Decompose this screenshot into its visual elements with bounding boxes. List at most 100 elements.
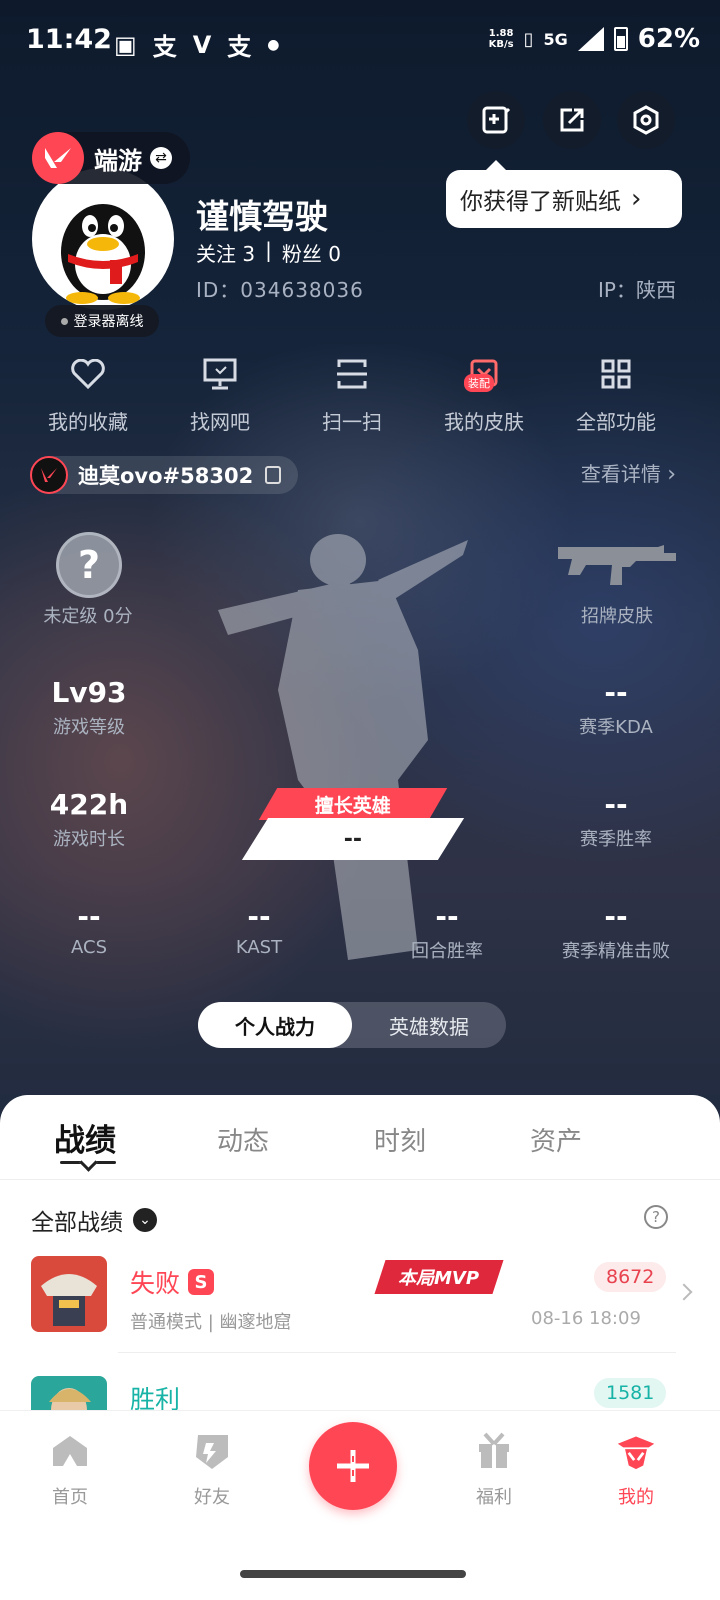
match-kda: 5/1/4 [534, 1380, 591, 1405]
battery-level: 62% [637, 24, 700, 54]
match-time: 08-16 18:09 [531, 1308, 641, 1329]
help-icon[interactable]: ? [644, 1205, 668, 1229]
divider [0, 1179, 720, 1180]
best-hero-box[interactable]: -- [241, 818, 465, 860]
result-label: 胜利 [130, 1385, 181, 1410]
sim-icon: ▯ [523, 28, 534, 50]
view-details-label: 查看详情 [580, 462, 661, 486]
acs-stat: -- ACS [4, 900, 174, 958]
quick-item-scan[interactable]: 扫一扫 [286, 352, 418, 435]
gift-icon [474, 1431, 514, 1471]
chevron-right-icon: › [631, 184, 642, 214]
map-name: 猎枭 [188, 1385, 239, 1410]
map-name: 零 [222, 1269, 248, 1298]
launcher-status-badge: 登录器离线 [45, 305, 159, 337]
segment-personal-power[interactable]: 个人战力 [198, 1002, 352, 1048]
gear-icon [633, 105, 659, 135]
winrate-value: -- [604, 788, 628, 821]
tab-moments[interactable]: 时刻 [374, 1121, 426, 1158]
scan-icon [330, 352, 374, 396]
quick-item-netcafe[interactable]: 找网吧 [154, 352, 286, 435]
acs-value: -- [77, 900, 101, 933]
rank-icon[interactable]: ? [56, 532, 122, 598]
kda-label: 赛季KDA [579, 717, 653, 738]
gun-skin-icon[interactable] [556, 543, 678, 589]
rank-label: 未定级 0分 [43, 606, 133, 627]
copy-icon[interactable] [265, 466, 282, 484]
quick-item-label: 我的收藏 [48, 410, 128, 434]
quick-item-favorites[interactable]: 我的收藏 [22, 352, 154, 435]
alipay-icon-2: 支 [227, 33, 252, 61]
fans-count[interactable]: 粉丝 0 [282, 238, 341, 267]
settings-button[interactable] [617, 91, 675, 149]
heart-icon [66, 352, 110, 396]
share-button[interactable] [543, 91, 601, 149]
skin-icon: 装配 [462, 352, 506, 396]
nav-label: 我的 [618, 1487, 654, 1508]
grid-icon [594, 352, 638, 396]
winrate-label: 赛季胜率 [580, 829, 652, 850]
view-details-link[interactable]: 查看详情 › [581, 458, 676, 487]
new-sticker-tooltip[interactable]: 你获得了新贴纸 › [446, 160, 682, 228]
status-time: 11:42 [26, 24, 112, 55]
s-rank-badge: S [188, 1269, 215, 1295]
system-icons: 1.88 KB/s ▯ 5G 62% [489, 24, 700, 54]
net-speed: 1.88 KB/s [489, 28, 514, 50]
signal-icon [577, 27, 604, 51]
equip-badge: 装配 [464, 374, 494, 392]
profile-icon [616, 1431, 656, 1471]
quick-item-all[interactable]: 全部功能 [550, 352, 682, 435]
nav-friends[interactable]: 好友 [162, 1431, 262, 1509]
nav-mine[interactable]: 我的 [586, 1431, 686, 1509]
kast-label: KAST [235, 937, 283, 958]
match-score: 8672 [594, 1262, 667, 1292]
filter-label: 全部战绩 [31, 1210, 123, 1236]
nav-home[interactable]: 首页 [20, 1431, 120, 1509]
quick-item-label: 找网吧 [190, 410, 250, 434]
alipay-icon: 支 [152, 33, 177, 61]
stats-segment-control: 个人战力 英雄数据 [198, 1002, 506, 1048]
result-label: 失败 [130, 1269, 181, 1298]
signature-skin-label: 招牌皮肤 [581, 606, 653, 627]
kda-stat: -- 赛季KDA [531, 676, 701, 739]
qq-penguin-icon [61, 204, 145, 304]
acs-label: ACS [71, 937, 107, 958]
user-id: ID：034638036 [196, 278, 364, 302]
match-row[interactable]: 失败 S 零 普通模式 | 幽邃地窟 本局MVP 30/16/3 8672 08… [0, 1256, 720, 1356]
nav-label: 福利 [476, 1487, 512, 1508]
create-button[interactable] [309, 1422, 397, 1510]
avatar[interactable] [32, 168, 174, 310]
home-indicator [240, 1570, 466, 1578]
game-switch-tag[interactable]: 端游 ⇄ [32, 132, 190, 184]
sticker-icon [482, 106, 511, 134]
game-tag-label: 端游 [94, 146, 142, 175]
quick-item-skins[interactable]: 装配 我的皮肤 [418, 352, 550, 435]
mvp-badge: 本局MVP [374, 1260, 504, 1294]
valorant-logo-icon [32, 132, 84, 184]
chevron-right-icon [675, 1283, 693, 1301]
tab-assets[interactable]: 资产 [530, 1121, 582, 1158]
nav-welfare[interactable]: 福利 [444, 1431, 544, 1509]
tab-records[interactable]: 战绩 [54, 1115, 116, 1160]
quick-item-label: 我的皮肤 [444, 410, 524, 434]
best-hero-tag-text: 擅长英雄 [314, 794, 391, 817]
nav-label: 首页 [52, 1487, 88, 1508]
game-account-chip[interactable]: 迪莫ovo#58302 [30, 456, 298, 494]
notification-icons: ▣ 支 V 支 ● [114, 27, 279, 62]
ip-location: IP：陕西 [598, 278, 676, 302]
divider [118, 1352, 676, 1353]
match-kda: 30/16/3 [506, 1264, 591, 1289]
status-bar: 11:42 ▣ 支 V 支 ● 1.88 KB/s ▯ 5G 62% [0, 0, 720, 80]
hero-silhouette [218, 534, 468, 960]
game-account-name: 迪莫ovo#58302 [78, 464, 254, 488]
match-row[interactable]: 胜利 猎枭 5/1/4 1581 [0, 1376, 720, 1410]
following-count[interactable]: 关注 3 [196, 238, 255, 267]
kast-value: -- [247, 900, 271, 933]
records-filter[interactable]: 全部战绩 ⌄ [31, 1203, 157, 1237]
tab-feed[interactable]: 动态 [217, 1121, 269, 1158]
sticker-button[interactable] [467, 91, 525, 149]
hours-label: 游戏时长 [53, 829, 125, 850]
segment-hero-data[interactable]: 英雄数据 [352, 1002, 506, 1048]
kast-stat: -- KAST [174, 900, 344, 958]
home-icon [50, 1431, 90, 1471]
